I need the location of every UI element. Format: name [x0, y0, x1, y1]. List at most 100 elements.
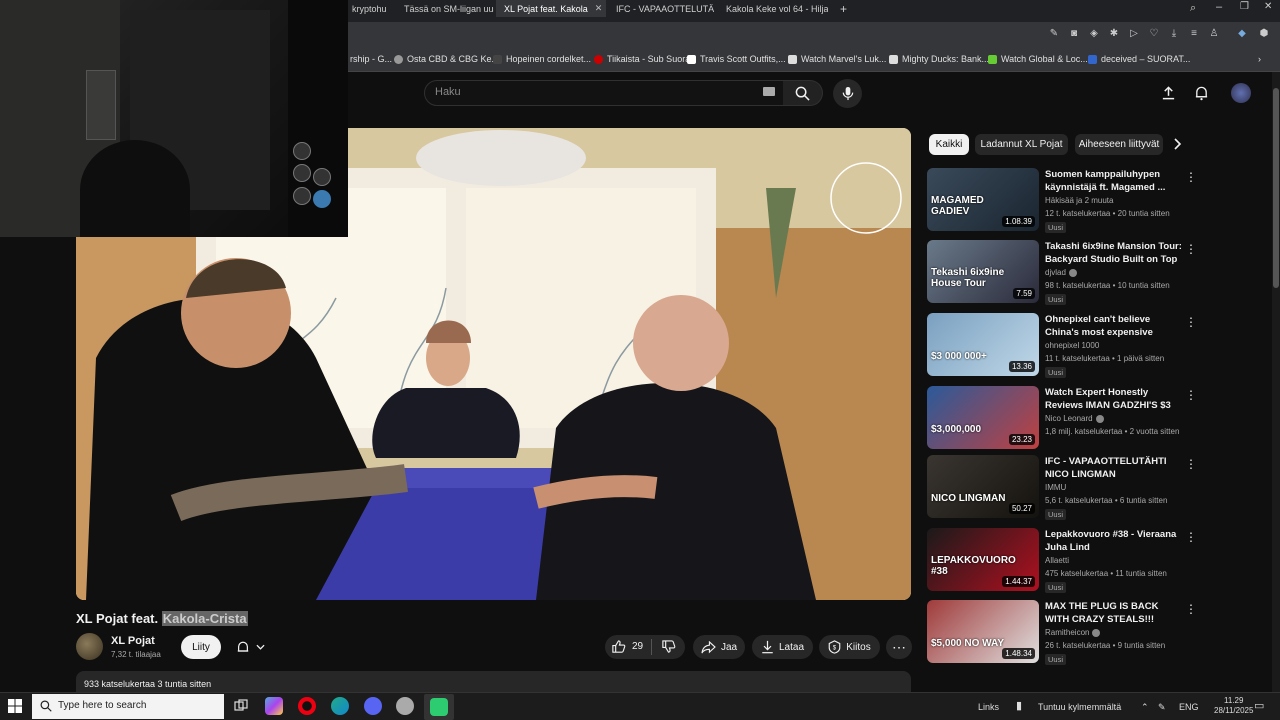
recommendation-title[interactable]: Takashi 6ix9ine Mansion Tour: Backyard S…: [1045, 240, 1183, 266]
video-thumbnail[interactable]: LEPAKKOVUORO #38 1.44.37: [927, 528, 1039, 591]
recommendation-item[interactable]: MAGAMED GADIEV 1.08.39 Suomen kamppailuhyp…: [927, 168, 1197, 234]
more-options-icon[interactable]: ⋮: [1185, 170, 1197, 184]
browser-tab-active[interactable]: XL Pojat feat. Kakola ✕: [496, 0, 606, 17]
shield-icon[interactable]: ◈: [1088, 28, 1100, 40]
chip-all[interactable]: Kaikki: [929, 134, 969, 155]
bookmark[interactable]: Watch Marvel's Luk...: [788, 54, 886, 64]
recommendation-channel[interactable]: Nico Leonard: [1045, 414, 1104, 423]
recommendation-channel[interactable]: ohnepixel 1000: [1045, 341, 1099, 350]
settings-icon[interactable]: ⬢: [1258, 28, 1270, 40]
recommendation-item[interactable]: $3,000,000 23.23 Watch Expert Honestly Rev…: [927, 386, 1197, 452]
tray-expand-icon[interactable]: ⌃: [1141, 702, 1149, 713]
recommendation-title[interactable]: MAX THE PLUG IS BACK WITH CRAZY STEALS!!…: [1045, 600, 1183, 626]
clock[interactable]: 11.29 28/11/2025: [1214, 696, 1253, 716]
bookmark[interactable]: Watch Global & Loc...: [988, 54, 1088, 64]
video-thumbnail[interactable]: NICO LINGMAN 50.27: [927, 455, 1039, 518]
language-indicator[interactable]: ENG: [1179, 702, 1199, 712]
start-button[interactable]: [8, 699, 22, 713]
bookmark[interactable]: Osta CBD & CBG Ke...: [394, 54, 499, 64]
recommendation-channel[interactable]: Ramitheicon: [1045, 628, 1101, 637]
video-thumbnail[interactable]: $5,000 NO WAY 1.48.34: [927, 600, 1039, 663]
bookmark[interactable]: deceived – SUORAT...: [1088, 54, 1190, 64]
weather-icon[interactable]: ▮: [1016, 699, 1022, 712]
minimize-icon[interactable]: –: [1216, 1, 1222, 13]
close-tab-icon[interactable]: ✕: [595, 3, 603, 14]
more-options-icon[interactable]: ⋮: [1185, 457, 1197, 471]
more-options-icon[interactable]: ⋮: [1185, 388, 1197, 402]
play-icon[interactable]: ▷: [1128, 28, 1140, 40]
edge-icon[interactable]: [331, 697, 349, 715]
weather-text[interactable]: Tuntuu kylmemmältä: [1038, 702, 1121, 712]
recommendation-item[interactable]: $3 000 000+ 13.36 Ohnepixel can't believe …: [927, 313, 1197, 379]
download-icon[interactable]: ⤓: [1168, 28, 1180, 40]
search-tabs-icon[interactable]: ⌕: [1190, 2, 1196, 15]
search-input[interactable]: Haku: [424, 80, 784, 106]
recommendation-title[interactable]: Ohnepixel can't believe China's most exp…: [1045, 313, 1183, 339]
app-icon[interactable]: [396, 697, 414, 715]
taskbar-search-input[interactable]: Type here to search: [32, 694, 224, 719]
extension-icon[interactable]: ✱: [1108, 28, 1120, 40]
recommendation-title[interactable]: Watch Expert Honestly Reviews IMAN GADZH…: [1045, 386, 1183, 412]
bookmark[interactable]: Mighty Ducks: Bank...: [889, 54, 989, 64]
more-actions-button[interactable]: ⋯: [886, 635, 912, 659]
heart-icon[interactable]: ♡: [1148, 28, 1160, 40]
share-button[interactable]: Jaa: [693, 635, 745, 659]
download-button[interactable]: Lataa: [752, 635, 813, 659]
recommendation-channel[interactable]: djvlad: [1045, 268, 1077, 277]
profile-icon[interactable]: ♙: [1208, 28, 1220, 40]
more-options-icon[interactable]: ⋮: [1185, 242, 1197, 256]
discord-icon[interactable]: [364, 697, 382, 715]
dislike-button[interactable]: [661, 639, 676, 657]
search-button[interactable]: [783, 80, 823, 106]
browser-tab[interactable]: kryptohu: [348, 0, 394, 17]
recommendation-item[interactable]: Tekashi 6ix9ine House Tour 7.59 Takashi 6i…: [927, 240, 1197, 306]
thanks-button[interactable]: $ Kiitos: [819, 635, 880, 659]
video-thumbnail[interactable]: $3 000 000+ 13.36: [927, 313, 1039, 376]
recommendation-channel[interactable]: Häkisää ja 2 muuta: [1045, 196, 1113, 205]
recommendation-title[interactable]: IFC - VAPAAOTTELUTÄHTI NICO LINGMAN: [1045, 455, 1183, 481]
join-button[interactable]: Liity: [181, 635, 221, 659]
channel-avatar[interactable]: [76, 633, 103, 660]
menu-icon[interactable]: ≡: [1188, 28, 1200, 40]
browser-tab[interactable]: IFC - VAPAAOTTELUTÄHTI: [608, 0, 714, 17]
active-app-slot[interactable]: [424, 694, 454, 720]
channel-name[interactable]: XL Pojat: [111, 635, 155, 647]
task-view-icon[interactable]: [232, 697, 250, 715]
edit-icon[interactable]: ✎: [1048, 28, 1060, 40]
bookmarks-overflow-icon[interactable]: ›: [1258, 54, 1261, 64]
like-button[interactable]: [611, 639, 626, 657]
recommendation-title[interactable]: Lepakkovuoro #38 - Vieraana Juha Lind: [1045, 528, 1183, 554]
browser-tab[interactable]: Kakola Keke vol 64 - Hiljai: [718, 0, 828, 17]
new-tab-button[interactable]: +: [836, 0, 854, 17]
chip-uploaded-by[interactable]: Ladannut XL Pojat: [975, 134, 1068, 155]
keyboard-icon[interactable]: [763, 87, 775, 96]
app-icon[interactable]: [265, 697, 283, 715]
video-thumbnail[interactable]: MAGAMED GADIEV 1.08.39: [927, 168, 1039, 231]
more-options-icon[interactable]: ⋮: [1185, 315, 1197, 329]
voice-search-button[interactable]: [833, 79, 862, 108]
recommendation-title[interactable]: Suomen kamppailuhypen käynnistäjä ft. Ma…: [1045, 168, 1183, 194]
recommendation-item[interactable]: LEPAKKOVUORO #38 1.44.37 Lepakkovuoro #38 …: [927, 528, 1197, 594]
bookmark[interactable]: Tiikaista - Sub Suora: [594, 54, 690, 64]
recommendation-item[interactable]: $5,000 NO WAY 1.48.34 MAX THE PLUG IS BACK…: [927, 600, 1197, 666]
opera-icon[interactable]: [298, 697, 316, 715]
recommendation-channel[interactable]: Allaetti: [1045, 556, 1069, 565]
subscription-bell-button[interactable]: [226, 635, 274, 659]
recommendation-channel[interactable]: IMMU: [1045, 483, 1066, 492]
browser-tab[interactable]: Tässä on SM-liigan uusi s: [396, 0, 494, 17]
video-thumbnail[interactable]: Tekashi 6ix9ine House Tour 7.59: [927, 240, 1039, 303]
notifications-button[interactable]: [1194, 85, 1209, 106]
pen-icon[interactable]: ✎: [1158, 702, 1166, 713]
upload-button[interactable]: [1161, 85, 1176, 106]
scrollbar-thumb[interactable]: [1273, 88, 1279, 288]
account-avatar[interactable]: [1231, 83, 1251, 103]
chips-next-button[interactable]: [1172, 137, 1182, 155]
app-icon[interactable]: ◆: [1236, 28, 1248, 40]
recommendation-item[interactable]: NICO LINGMAN 50.27 IFC - VAPAAOTTELUTÄHTI …: [927, 455, 1197, 521]
more-options-icon[interactable]: ⋮: [1185, 530, 1197, 544]
bookmark[interactable]: rship - G...: [350, 54, 392, 64]
links-toolbar[interactable]: Links: [978, 702, 999, 712]
bookmark[interactable]: Hopeinen cordelket...: [493, 54, 591, 64]
more-options-icon[interactable]: ⋮: [1185, 602, 1197, 616]
video-thumbnail[interactable]: $3,000,000 23.23: [927, 386, 1039, 449]
